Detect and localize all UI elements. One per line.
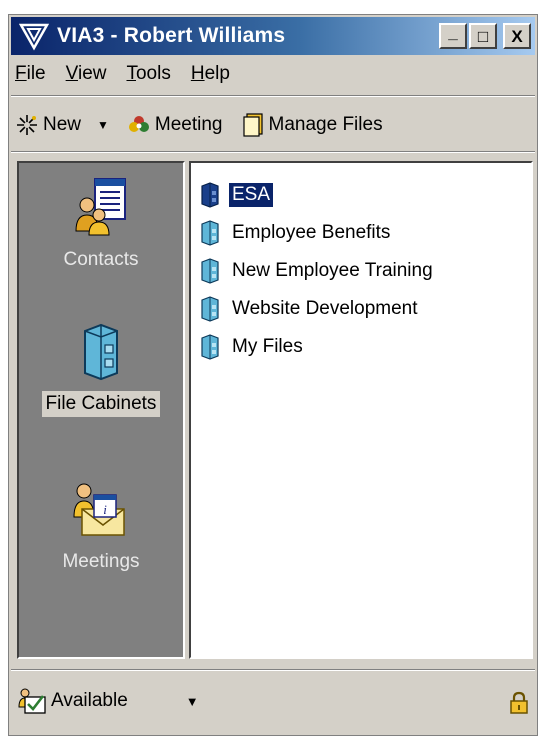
status-bar: Available ▼ xyxy=(11,679,535,723)
new-button[interactable]: New ▼ xyxy=(15,113,109,137)
list-item[interactable]: My Files xyxy=(199,333,306,361)
sidebar-item-label: Contacts xyxy=(63,249,139,270)
cabinet-label: ESA xyxy=(227,182,275,208)
sidebar-item-meetings[interactable]: i Meetings xyxy=(19,481,183,575)
file-cabinet-icon xyxy=(84,323,118,381)
title-bar[interactable]: VIA3 - Robert Williams _ □ X xyxy=(11,17,535,55)
cabinet-icon xyxy=(201,182,219,208)
close-button[interactable]: X xyxy=(503,23,531,49)
cabinet-label: Employee Benefits xyxy=(232,222,391,243)
presence-status-button[interactable]: Available ▼ xyxy=(17,687,199,715)
sidebar-item-label: File Cabinets xyxy=(41,391,161,417)
cabinet-label: New Employee Training xyxy=(232,260,433,281)
svg-text:i: i xyxy=(103,502,107,517)
menu-tools[interactable]: Tools xyxy=(126,63,170,85)
status-separator xyxy=(11,669,535,671)
meeting-icon xyxy=(128,116,149,132)
toolbar-separator xyxy=(11,151,535,153)
cabinet-label: My Files xyxy=(232,336,303,357)
app-window: VIA3 - Robert Williams _ □ X File View T… xyxy=(8,14,538,736)
meetings-icon: i xyxy=(73,483,125,536)
new-sparkle-icon xyxy=(17,115,37,135)
lock-icon[interactable] xyxy=(509,691,529,715)
menu-help[interactable]: Help xyxy=(191,63,230,85)
maximize-icon: □ xyxy=(477,26,489,46)
cabinet-icon xyxy=(201,334,219,360)
minimize-button[interactable]: _ xyxy=(439,23,467,49)
presence-status-label: Available xyxy=(51,690,128,711)
via3-logo-icon xyxy=(19,23,49,51)
meeting-button[interactable]: Meeting xyxy=(127,113,223,137)
new-button-label: New xyxy=(43,114,82,135)
menu-view-label: iew xyxy=(77,63,107,84)
manage-files-button[interactable]: Manage Files xyxy=(241,112,383,138)
list-item[interactable]: Employee Benefits xyxy=(199,219,393,247)
cabinet-icon xyxy=(201,220,219,246)
menu-file[interactable]: File xyxy=(15,63,46,85)
file-cabinet-list: ESA Employee Benefits New Employee Train… xyxy=(189,161,533,659)
presence-dropdown-icon[interactable]: ▼ xyxy=(186,694,199,709)
menu-file-label: ile xyxy=(26,63,46,84)
cabinet-icon xyxy=(201,296,219,322)
meeting-button-label: Meeting xyxy=(154,114,223,135)
menu-view[interactable]: View xyxy=(66,63,107,85)
menu-tools-label: ools xyxy=(135,63,171,84)
list-item[interactable]: Website Development xyxy=(199,295,421,323)
sidebar-item-label: Meetings xyxy=(62,551,140,572)
cabinet-icon xyxy=(201,258,219,284)
window-controls: _ □ X xyxy=(439,23,531,49)
list-item[interactable]: New Employee Training xyxy=(199,257,436,285)
menu-bar: File View Tools Help xyxy=(11,57,535,91)
manage-files-button-label: Manage Files xyxy=(268,114,383,135)
close-icon: X xyxy=(511,26,523,46)
contacts-icon xyxy=(75,178,126,236)
menu-help-accel: H xyxy=(190,63,205,84)
presence-icon xyxy=(18,688,46,714)
menu-view-accel: V xyxy=(65,63,78,84)
sidebar: Contacts File Cabinets i Meetings xyxy=(17,161,185,659)
sidebar-item-file-cabinets[interactable]: File Cabinets xyxy=(19,323,183,417)
maximize-button[interactable]: □ xyxy=(469,23,497,49)
menu-file-accel: F xyxy=(15,63,27,84)
menu-help-label: elp xyxy=(204,63,230,84)
minimize-icon: _ xyxy=(448,22,458,42)
list-item[interactable]: ESA xyxy=(199,181,275,209)
sidebar-item-contacts[interactable]: Contacts xyxy=(19,177,183,273)
window-title: VIA3 - Robert Williams xyxy=(57,24,286,47)
new-dropdown-icon[interactable]: ▼ xyxy=(97,118,109,132)
menu-separator xyxy=(11,95,535,97)
cabinet-label: Website Development xyxy=(232,298,418,319)
toolbar: New ▼ Meeting Manage Files xyxy=(11,105,535,145)
manage-files-icon xyxy=(242,113,263,137)
menu-tools-accel: T xyxy=(126,63,136,84)
